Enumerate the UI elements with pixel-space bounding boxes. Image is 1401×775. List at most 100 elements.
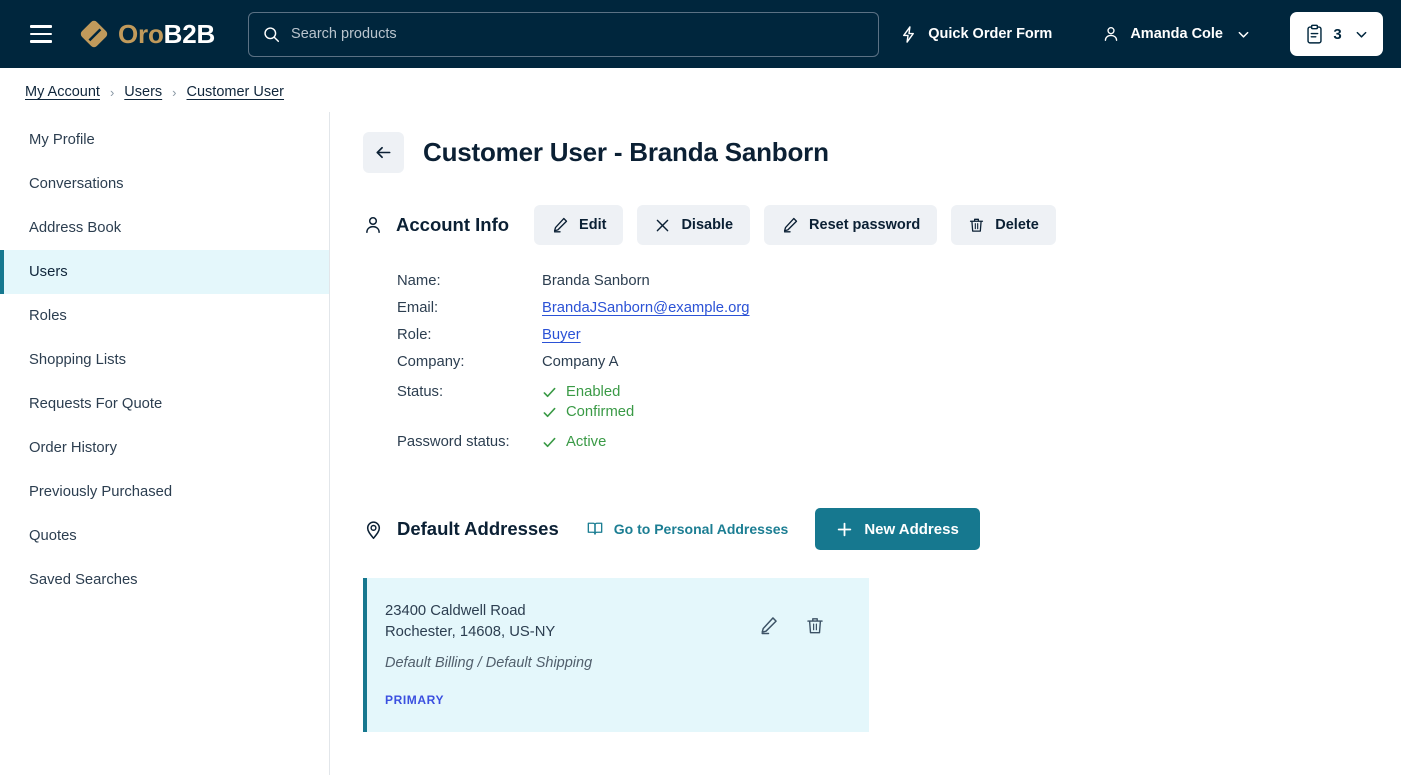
chevron-down-icon (1237, 28, 1250, 41)
table-row-company: Company: Company A (397, 354, 750, 384)
sidebar-item-shopping-lists[interactable]: Shopping Lists (0, 338, 329, 382)
top-header: OroB2B Quick Order Form Amanda Cole (0, 0, 1401, 68)
status-badge: PRIMARY (385, 693, 758, 707)
account-info-title: Account Info (396, 214, 509, 236)
close-x-icon (654, 217, 671, 234)
sidebar-item-label: Address Book (29, 220, 121, 236)
user-menu-button[interactable]: Amanda Cole (1088, 25, 1264, 43)
password-status-label: Password status: (397, 434, 542, 461)
sidebar-item-requests-for-quote[interactable]: Requests For Quote (0, 382, 329, 426)
edit-address-button[interactable] (758, 615, 779, 636)
address-line-2: Rochester, 14608, US-NY (385, 622, 758, 643)
go-to-personal-addresses-link[interactable]: Go to Personal Addresses (586, 520, 789, 538)
quick-order-form-button[interactable]: Quick Order Form (885, 25, 1066, 44)
delete-button[interactable]: Delete (951, 205, 1056, 245)
header-actions: Quick Order Form Amanda Cole 3 (885, 12, 1383, 56)
check-icon (542, 435, 557, 450)
check-icon (542, 385, 557, 400)
address-details: 23400 Caldwell Road Rochester, 14608, US… (385, 601, 758, 707)
address-card[interactable]: 23400 Caldwell Road Rochester, 14608, US… (363, 578, 869, 732)
new-address-button[interactable]: New Address (815, 508, 979, 550)
oro-diamond-logo-icon (79, 19, 109, 49)
name-label: Name: (397, 273, 542, 300)
clipboard-list-icon (1305, 24, 1324, 45)
breadcrumb-item-customer-user[interactable]: Customer User (187, 84, 285, 100)
user-outline-icon (363, 215, 383, 235)
sidebar-item-address-book[interactable]: Address Book (0, 206, 329, 250)
new-address-button-label: New Address (864, 521, 958, 538)
sidebar-item-previously-purchased[interactable]: Previously Purchased (0, 470, 329, 514)
name-value: Branda Sanborn (542, 273, 750, 300)
status-label: Status: (397, 384, 542, 434)
edit-button-label: Edit (579, 217, 606, 233)
back-button[interactable] (363, 132, 404, 173)
sidebar-nav: My Profile Conversations Address Book Us… (0, 112, 330, 775)
address-types: Default Billing / Default Shipping (385, 655, 758, 671)
account-info-header: Account Info Edit Disable (363, 205, 1401, 245)
password-status-active-label: Active (566, 434, 606, 450)
sidebar-item-users[interactable]: Users (0, 250, 329, 294)
page-body: My Profile Conversations Address Book Us… (0, 112, 1401, 775)
password-status-values: Active (542, 434, 750, 461)
delete-button-label: Delete (995, 217, 1039, 233)
breadcrumb-separator: › (110, 85, 114, 100)
sidebar-item-roles[interactable]: Roles (0, 294, 329, 338)
sidebar-item-label: My Profile (29, 132, 95, 148)
hamburger-menu-icon[interactable] (24, 17, 58, 51)
pencil-icon (781, 216, 799, 234)
book-icon (586, 520, 604, 538)
sidebar-item-label: Conversations (29, 176, 124, 192)
pencil-icon (758, 615, 779, 636)
sidebar-item-my-profile[interactable]: My Profile (0, 118, 329, 162)
delete-address-button[interactable] (805, 615, 825, 636)
sidebar-item-label: Quotes (29, 528, 77, 544)
status-confirmed-label: Confirmed (566, 404, 634, 420)
reset-password-button-label: Reset password (809, 217, 920, 233)
orob2b-logo[interactable]: OroB2B (79, 19, 215, 50)
logo-wordmark: OroB2B (118, 19, 215, 50)
lightning-bolt-icon (899, 25, 918, 44)
check-icon (542, 405, 557, 420)
email-label: Email: (397, 300, 542, 327)
status-values: Enabled Confirmed (542, 384, 750, 434)
sidebar-item-saved-searches[interactable]: Saved Searches (0, 558, 329, 602)
sidebar-item-label: Order History (29, 440, 117, 456)
email-value-link[interactable]: BrandaJSanborn@example.org (542, 300, 750, 316)
sidebar-item-conversations[interactable]: Conversations (0, 162, 329, 206)
user-icon (1102, 25, 1120, 43)
sidebar-item-quotes[interactable]: Quotes (0, 514, 329, 558)
chevron-down-icon (1355, 28, 1368, 41)
plus-icon (836, 521, 853, 538)
table-row-name: Name: Branda Sanborn (397, 273, 750, 300)
company-label: Company: (397, 354, 542, 384)
table-row-role: Role: Buyer (397, 327, 750, 354)
trash-icon (805, 615, 825, 636)
map-pin-icon (363, 519, 384, 540)
logo-text-oro: Oro (118, 19, 164, 49)
disable-button-label: Disable (681, 217, 733, 233)
logo-text-b2b: B2B (164, 19, 215, 49)
reset-password-button[interactable]: Reset password (764, 205, 937, 245)
role-label: Role: (397, 327, 542, 354)
breadcrumb-item-my-account[interactable]: My Account (25, 84, 100, 100)
edit-button[interactable]: Edit (534, 205, 623, 245)
role-value-link[interactable]: Buyer (542, 327, 581, 343)
address-card-actions (758, 601, 847, 707)
table-row-email: Email: BrandaJSanborn@example.org (397, 300, 750, 327)
sidebar-item-label: Roles (29, 308, 67, 324)
sidebar-item-label: Users (29, 264, 68, 280)
cart-button[interactable]: 3 (1290, 12, 1383, 56)
sidebar-item-order-history[interactable]: Order History (0, 426, 329, 470)
status-enabled-label: Enabled (566, 384, 620, 400)
table-row-status: Status: Enabled Confirmed (397, 384, 750, 434)
go-to-personal-addresses-label: Go to Personal Addresses (614, 521, 789, 537)
sidebar-item-label: Shopping Lists (29, 352, 126, 368)
user-name-label: Amanda Cole (1130, 26, 1223, 42)
status-confirmed: Confirmed (542, 404, 750, 420)
quick-order-form-label: Quick Order Form (928, 26, 1052, 42)
breadcrumb-item-users[interactable]: Users (124, 84, 162, 100)
disable-button[interactable]: Disable (637, 205, 750, 245)
search-input[interactable] (291, 26, 864, 42)
search-bar[interactable] (248, 12, 879, 57)
company-value: Company A (542, 354, 750, 384)
